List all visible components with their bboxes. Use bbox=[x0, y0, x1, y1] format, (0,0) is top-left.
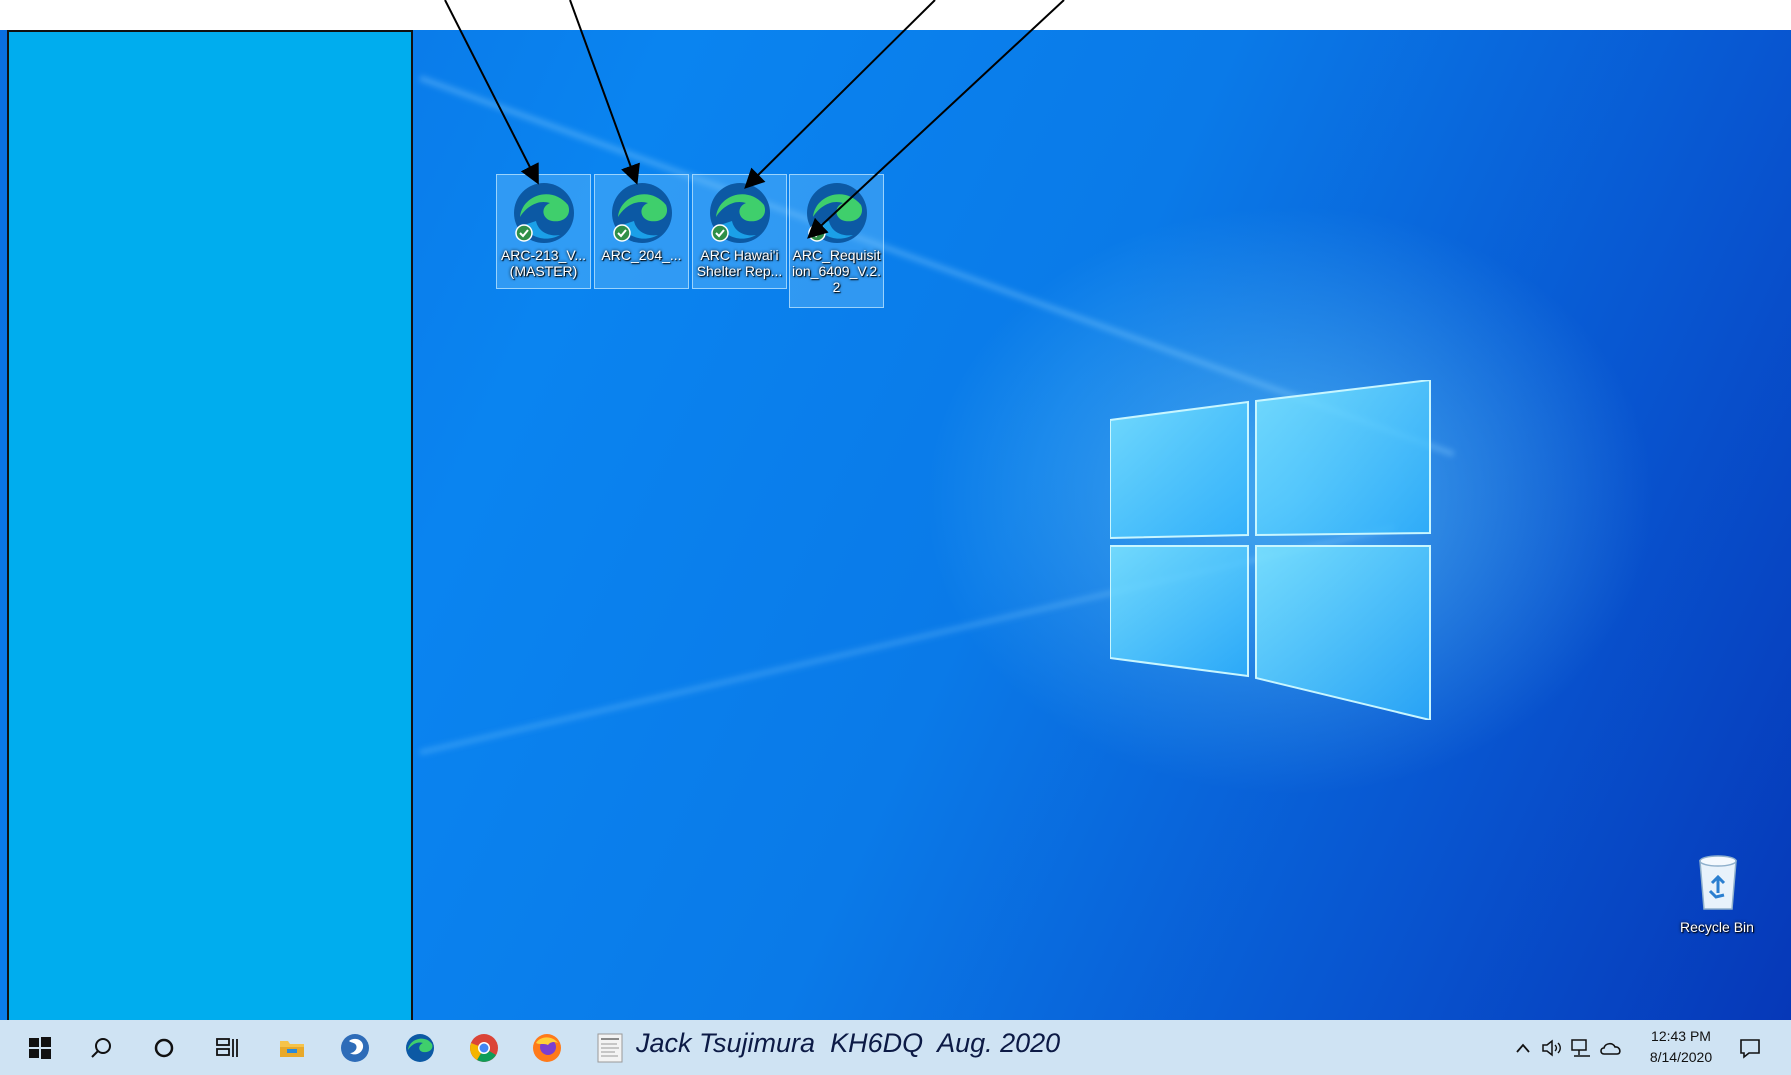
notification-icon bbox=[1740, 1038, 1760, 1059]
cortana-button[interactable] bbox=[136, 1020, 192, 1075]
clock-time: 12:43 PM bbox=[1651, 1028, 1711, 1044]
chrome-icon bbox=[470, 1033, 498, 1062]
start-button[interactable] bbox=[12, 1020, 68, 1075]
cortana-icon bbox=[154, 1038, 174, 1057]
search-icon bbox=[91, 1037, 111, 1058]
app-button[interactable] bbox=[327, 1020, 383, 1075]
action-center-button[interactable] bbox=[1730, 1020, 1770, 1075]
network-icon bbox=[1571, 1038, 1590, 1057]
annotation-arrow bbox=[444, 0, 539, 185]
onedrive-button[interactable] bbox=[1596, 1020, 1626, 1075]
app-icon bbox=[341, 1033, 369, 1062]
firefox-button[interactable] bbox=[519, 1020, 575, 1075]
edge-button[interactable] bbox=[392, 1020, 448, 1075]
clock[interactable]: 12:43 PM 8/14/2020 bbox=[1636, 1026, 1726, 1068]
chrome-button[interactable] bbox=[456, 1020, 512, 1075]
document-button[interactable] bbox=[582, 1020, 638, 1075]
edge-icon bbox=[406, 1033, 434, 1062]
network-button[interactable] bbox=[1566, 1020, 1596, 1075]
annotation-arrow bbox=[569, 0, 640, 185]
search-button[interactable] bbox=[73, 1020, 129, 1075]
task-view-icon bbox=[216, 1037, 238, 1057]
clock-date: 8/14/2020 bbox=[1649, 1049, 1713, 1065]
file-explorer-icon bbox=[280, 1040, 304, 1057]
show-hidden-icons-button[interactable] bbox=[1508, 1020, 1538, 1075]
taskbar-caption: Jack Tsujimura KH6DQ Aug. 2020 bbox=[636, 1028, 1061, 1058]
start-icon bbox=[29, 1036, 51, 1059]
volume-button[interactable] bbox=[1537, 1020, 1567, 1075]
file-explorer-button[interactable] bbox=[264, 1020, 320, 1075]
taskbar: Jack Tsujimura KH6DQ Aug. 2020 12:43 PM … bbox=[0, 1020, 1791, 1075]
annotation-arrows bbox=[444, 0, 1065, 239]
chevron-up-icon bbox=[1516, 1043, 1530, 1053]
speaker-icon bbox=[1542, 1038, 1561, 1057]
cloud-icon bbox=[1600, 1042, 1621, 1055]
annotation-arrow bbox=[744, 0, 936, 189]
document-icon bbox=[597, 1033, 623, 1062]
annotation-arrow bbox=[807, 0, 1065, 239]
task-view-button[interactable] bbox=[199, 1020, 255, 1075]
firefox-icon bbox=[533, 1033, 561, 1062]
